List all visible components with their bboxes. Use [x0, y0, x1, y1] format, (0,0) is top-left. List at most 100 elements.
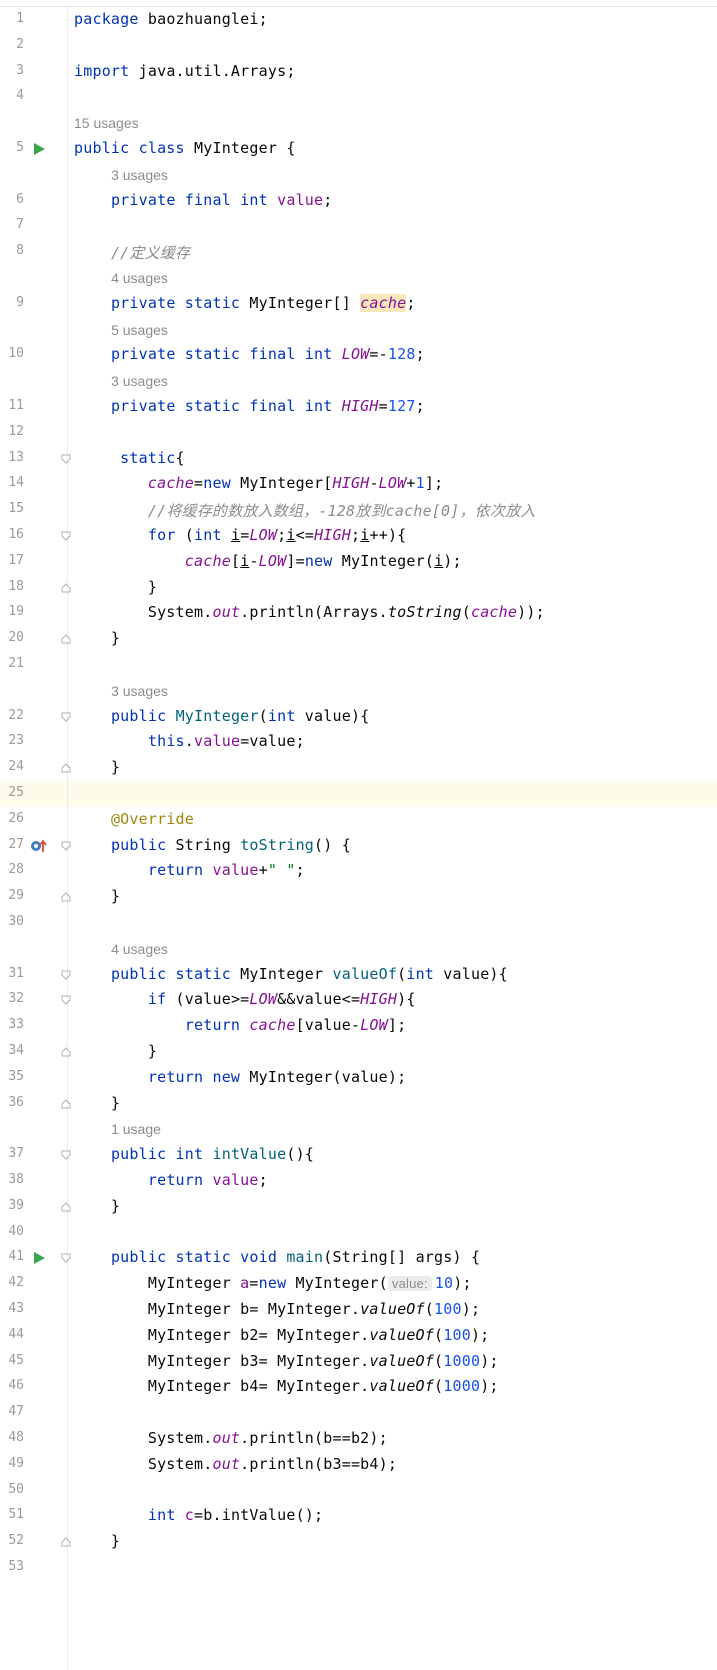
code-line[interactable]: 47	[0, 1400, 717, 1426]
code-line[interactable]: 18 }	[0, 575, 717, 601]
code-line[interactable]: 6 private final int value;	[0, 188, 717, 214]
code-line[interactable]: 10 private static final int LOW=-128;	[0, 342, 717, 368]
code-line[interactable]: 29 }	[0, 884, 717, 910]
code-text[interactable]: }	[74, 578, 157, 596]
code-text[interactable]: }	[74, 629, 120, 647]
code-line[interactable]: 46 MyInteger b4= MyInteger.valueOf(1000)…	[0, 1374, 717, 1400]
code-line[interactable]: 20 }	[0, 626, 717, 652]
usages-link[interactable]: 3 usages	[111, 167, 168, 183]
code-text[interactable]: }	[74, 1094, 120, 1112]
code-line[interactable]: 25	[0, 781, 717, 807]
code-line[interactable]: 35 return new MyInteger(value);	[0, 1065, 717, 1091]
code-line[interactable]: 23 this.value=value;	[0, 729, 717, 755]
code-text[interactable]: cache=new MyInteger[HIGH-LOW+1];	[74, 474, 443, 492]
usages-link[interactable]: 15 usages	[74, 115, 139, 131]
code-line[interactable]: 13 static{	[0, 446, 717, 472]
code-text[interactable]: MyInteger b3= MyInteger.valueOf(1000);	[74, 1352, 499, 1370]
usages-hint[interactable]: 5 usages	[0, 317, 717, 343]
run-icon[interactable]	[34, 143, 45, 155]
usages-link[interactable]: 3 usages	[111, 683, 168, 699]
code-text[interactable]: package baozhuanglei;	[74, 10, 268, 28]
code-text[interactable]: private static final int LOW=-128;	[74, 345, 425, 363]
code-text[interactable]: if (value>=LOW&&value<=HIGH){	[74, 990, 416, 1008]
code-line[interactable]: 51 int c=b.intValue();	[0, 1503, 717, 1529]
code-text[interactable]: this.value=value;	[74, 732, 305, 750]
code-line[interactable]: 5 public class MyInteger {	[0, 136, 717, 162]
code-text[interactable]: System.out.println(b3==b4);	[74, 1455, 397, 1473]
run-icon[interactable]	[34, 1252, 45, 1265]
code-text[interactable]: public class MyInteger {	[74, 139, 296, 157]
code-line[interactable]: 49 System.out.println(b3==b4);	[0, 1452, 717, 1478]
code-line[interactable]: 40	[0, 1220, 717, 1246]
fold-open-icon[interactable]	[61, 531, 71, 541]
code-text[interactable]: return value+" ";	[74, 861, 305, 879]
code-line[interactable]: 45 MyInteger b3= MyInteger.valueOf(1000)…	[0, 1349, 717, 1375]
fold-close-icon[interactable]	[61, 1098, 71, 1109]
code-text[interactable]: }	[74, 1042, 157, 1060]
code-line[interactable]: 53	[0, 1555, 717, 1581]
code-text[interactable]: }	[74, 1532, 120, 1550]
usages-hint[interactable]: 3 usages	[0, 162, 717, 188]
code-line[interactable]: 4	[0, 84, 717, 110]
code-text[interactable]: static{	[74, 449, 185, 467]
fold-close-icon[interactable]	[61, 1047, 71, 1057]
code-text[interactable]: }	[74, 758, 120, 776]
code-line[interactable]: 37 public int intValue(){	[0, 1142, 717, 1168]
fold-close-icon[interactable]	[61, 1537, 71, 1547]
code-line[interactable]: 36 }	[0, 1091, 717, 1117]
code-text[interactable]: private static final int HIGH=127;	[74, 397, 425, 415]
code-line[interactable]: 33 return cache[value-LOW];	[0, 1013, 717, 1039]
code-text[interactable]: public MyInteger(int value){	[74, 707, 369, 725]
code-line[interactable]: 17 cache[i-LOW]=new MyInteger(i);	[0, 549, 717, 575]
code-text[interactable]: MyInteger b2= MyInteger.valueOf(100);	[74, 1326, 489, 1344]
code-line[interactable]: 48 System.out.println(b==b2);	[0, 1426, 717, 1452]
fold-open-icon[interactable]	[61, 995, 71, 1006]
code-text[interactable]: }	[74, 887, 120, 905]
code-text[interactable]: cache[i-LOW]=new MyInteger(i);	[74, 552, 462, 570]
fold-open-icon[interactable]	[61, 841, 71, 851]
usages-link[interactable]: 4 usages	[111, 270, 168, 286]
code-text[interactable]: return value;	[74, 1171, 268, 1189]
code-text[interactable]: int c=b.intValue();	[74, 1506, 323, 1524]
code-line[interactable]: 44 MyInteger b2= MyInteger.valueOf(100);	[0, 1323, 717, 1349]
code-text[interactable]: for (int i=LOW;i<=HIGH;i++){	[74, 526, 406, 544]
usages-link[interactable]: 3 usages	[111, 373, 168, 389]
code-line[interactable]: 43 MyInteger b= MyInteger.valueOf(100);	[0, 1297, 717, 1323]
fold-close-icon[interactable]	[61, 892, 71, 902]
code-line[interactable]: 31 public static MyInteger valueOf(int v…	[0, 962, 717, 988]
code-line[interactable]: 39 }	[0, 1194, 717, 1220]
code-text[interactable]: MyInteger b4= MyInteger.valueOf(1000);	[74, 1377, 499, 1395]
code-text[interactable]: //将缓存的数放入数组，-128放到cache[0]，依次放入	[74, 500, 536, 521]
code-text[interactable]: import java.util.Arrays;	[74, 62, 296, 80]
fold-close-icon[interactable]	[61, 634, 71, 644]
usages-link[interactable]: 4 usages	[111, 941, 168, 957]
code-line[interactable]: 22 public MyInteger(int value){	[0, 704, 717, 730]
code-text[interactable]: System.out.println(b==b2);	[74, 1429, 388, 1447]
usages-hint[interactable]: 4 usages	[0, 265, 717, 291]
code-line[interactable]: 26 @Override	[0, 807, 717, 833]
code-text[interactable]: return new MyInteger(value);	[74, 1068, 406, 1086]
code-text[interactable]: MyInteger a=new MyInteger(value: 10);	[74, 1274, 472, 1292]
usages-link[interactable]: 1 usage	[111, 1121, 161, 1137]
fold-open-icon[interactable]	[61, 712, 71, 722]
code-text[interactable]: public static MyInteger valueOf(int valu…	[74, 965, 508, 983]
fold-close-icon[interactable]	[61, 582, 71, 593]
code-text[interactable]: public String toString() {	[74, 836, 351, 854]
code-line[interactable]: 34 }	[0, 1039, 717, 1065]
fold-open-icon[interactable]	[61, 1150, 71, 1160]
code-line[interactable]: 50	[0, 1478, 717, 1504]
usages-hint[interactable]: 1 usage	[0, 1116, 717, 1142]
code-line[interactable]: 21	[0, 652, 717, 678]
override-icon[interactable]	[30, 839, 48, 853]
code-line[interactable]: 42 MyInteger a=new MyInteger(value: 10);	[0, 1271, 717, 1297]
code-line[interactable]: 41 public static void main(String[] args…	[0, 1245, 717, 1271]
fold-open-icon[interactable]	[61, 1253, 71, 1264]
fold-close-icon[interactable]	[61, 763, 71, 773]
code-line[interactable]: 7	[0, 213, 717, 239]
code-line[interactable]: 28 return value+" ";	[0, 858, 717, 884]
code-line[interactable]: 52 }	[0, 1529, 717, 1555]
code-line[interactable]: 15 //将缓存的数放入数组，-128放到cache[0]，依次放入	[0, 497, 717, 523]
code-text[interactable]: public static void main(String[] args) {	[74, 1248, 480, 1266]
code-line[interactable]: 1 package baozhuanglei;	[0, 7, 717, 33]
code-line[interactable]: 2	[0, 33, 717, 59]
